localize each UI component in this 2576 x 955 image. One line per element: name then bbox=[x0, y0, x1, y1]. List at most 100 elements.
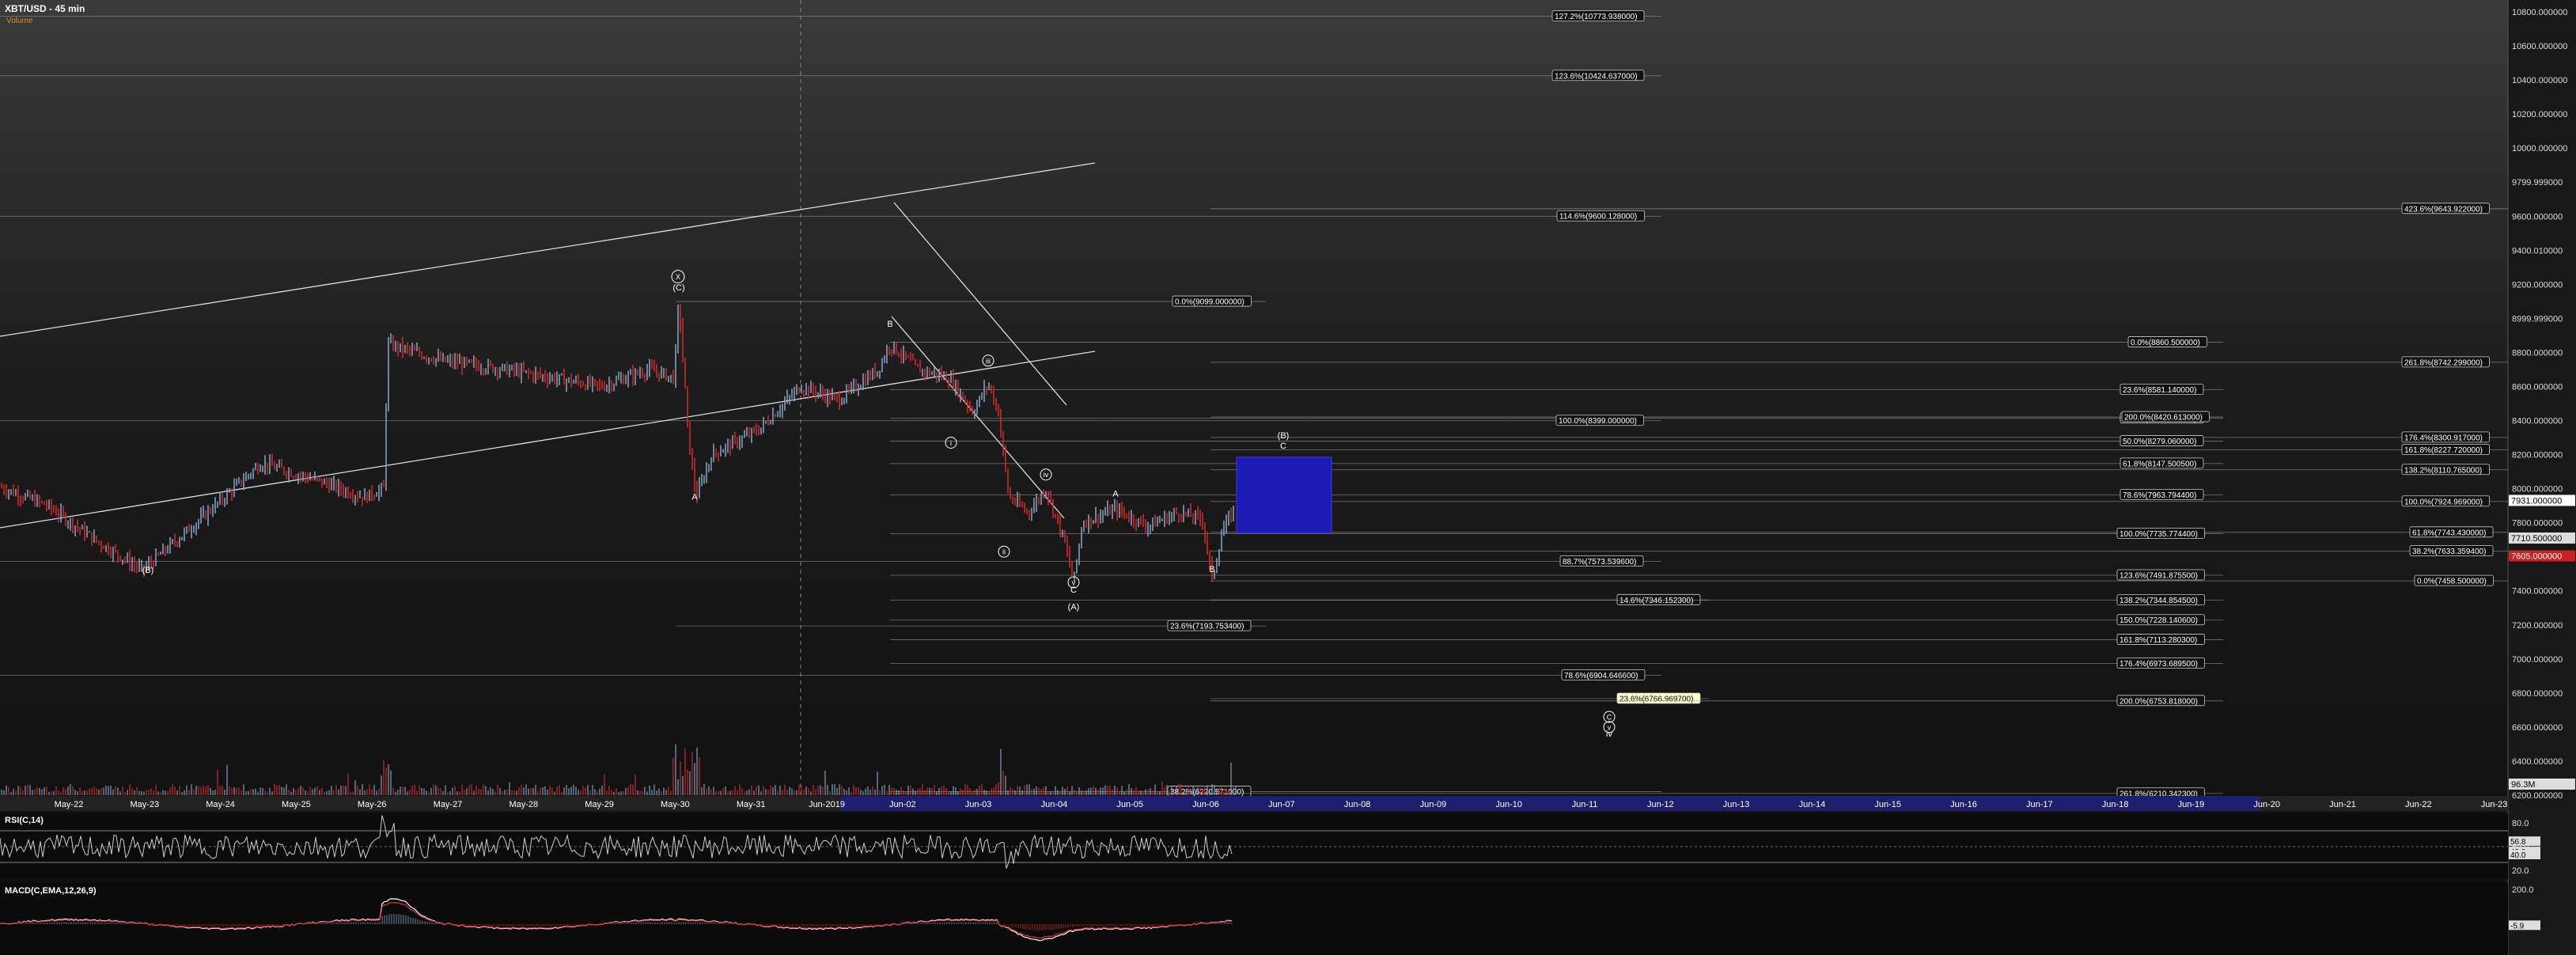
fib-label: 161.8%(8227.720000) bbox=[2404, 446, 2483, 455]
date-tick-label: Jun-17 bbox=[2026, 800, 2053, 809]
fib-label: 23.6%(8581.140000) bbox=[2123, 386, 2196, 395]
macd-label: MACD(C,EMA,12,26,9) bbox=[5, 886, 97, 896]
volume-legend: Volume bbox=[6, 17, 33, 25]
date-tick-label: May-30 bbox=[661, 800, 690, 809]
fib-label: 161.8%(7113.280300) bbox=[2120, 636, 2197, 645]
macd-tag-label: -5.9 bbox=[2510, 922, 2525, 930]
rsi-panel bbox=[0, 813, 2508, 879]
fib-label: 123.6%(7491.875500) bbox=[2120, 571, 2198, 580]
down-channel-upper bbox=[893, 202, 1067, 406]
wave-circle-label: v bbox=[1608, 723, 1612, 731]
price-tick-label: 10800.000000 bbox=[2512, 8, 2567, 17]
fib-label: 423.6%(9643.922000) bbox=[2404, 205, 2483, 214]
date-tick-label: Jun-14 bbox=[1799, 800, 1826, 809]
date-tick-label: Jun-08 bbox=[1344, 800, 1371, 809]
volume-tag-label: 96.3M bbox=[2511, 780, 2536, 790]
date-tick-label: Jun-23 bbox=[2481, 800, 2508, 809]
date-tick-label: Jun-2019 bbox=[809, 800, 845, 809]
price-tick-label: 8400.000000 bbox=[2512, 417, 2563, 426]
fib-label: 123.6%(10424.637000) bbox=[1555, 72, 1638, 81]
date-tick-label: May-29 bbox=[585, 800, 614, 809]
price-tick-label: 6600.000000 bbox=[2512, 723, 2563, 733]
wave-circle-label: i bbox=[950, 439, 952, 447]
date-tick-label: Jun-03 bbox=[965, 800, 992, 809]
fib-label: 0.0%(7458.500000) bbox=[2417, 578, 2487, 586]
fib-label: 200.0%(6753.818000) bbox=[2120, 697, 2198, 706]
date-tick-label: May-24 bbox=[206, 800, 235, 809]
price-tick-label: 9200.000000 bbox=[2512, 280, 2563, 290]
date-tick-label: Jun-09 bbox=[1420, 800, 1447, 809]
rsi-tag-label: 56.8 bbox=[2510, 838, 2526, 847]
date-tick-label: Jun-10 bbox=[1495, 800, 1522, 809]
price-tick-label: 7800.000000 bbox=[2512, 519, 2563, 529]
fib-label: 78.6%(7963.794400) bbox=[2123, 491, 2196, 500]
date-tick-label: Jun-04 bbox=[1041, 800, 1068, 809]
price-tag-label: 7710.500000 bbox=[2511, 534, 2562, 544]
wave-circle-label: ii bbox=[1002, 548, 1006, 556]
price-tick-label: 8000.000000 bbox=[2512, 485, 2563, 495]
date-tick-label: Jun-11 bbox=[1572, 800, 1598, 809]
fib-label: 38.2%(7633.359400) bbox=[2412, 548, 2486, 556]
date-tick-label: May-27 bbox=[434, 800, 463, 809]
fib-label: 78.6%(6904.646600) bbox=[1564, 672, 1638, 680]
rsi-tick-label: 80.0 bbox=[2512, 819, 2529, 828]
price-tag-label: 7931.000000 bbox=[2511, 496, 2562, 506]
price-chart[interactable]: 10800.000000 10600.000000 10400.000000 1020… bbox=[0, 0, 2576, 955]
wave-label: A bbox=[691, 493, 698, 502]
target-zone bbox=[1236, 457, 1332, 534]
fib-label: 23.6%(6766.969700) bbox=[1619, 695, 1693, 703]
wave-circle-label: X bbox=[676, 273, 680, 281]
date-tick-label: Jun-22 bbox=[2405, 800, 2432, 809]
price-axis-panel bbox=[2508, 0, 2576, 955]
fib-label: 50.0%(8279.060000) bbox=[2123, 438, 2196, 446]
channel-upper-line bbox=[0, 162, 1096, 337]
fib-label: 0.0%(8860.500000) bbox=[2131, 339, 2200, 347]
price-tick-label: 6200.000000 bbox=[2512, 791, 2563, 801]
wave-circle-label: iii bbox=[986, 357, 991, 365]
fib-label: 176.4%(8300.917000) bbox=[2404, 434, 2483, 442]
wave-label: A bbox=[1112, 489, 1119, 498]
date-tick-label: May-28 bbox=[509, 800, 538, 809]
price-tick-label: 10600.000000 bbox=[2512, 42, 2567, 51]
price-tick-label: 8200.000000 bbox=[2512, 451, 2563, 460]
fib-label: 200.0%(8420.613000) bbox=[2124, 414, 2203, 423]
date-tick-label: May-25 bbox=[282, 800, 311, 809]
price-tick-label: 8999.999000 bbox=[2512, 314, 2563, 324]
macd-panel bbox=[0, 883, 2508, 955]
date-tick-label: Jun-16 bbox=[1950, 800, 1977, 809]
fib-label: 61.8%(8147.500500) bbox=[2123, 460, 2196, 468]
date-tick-label: Jun-15 bbox=[1874, 800, 1901, 809]
wave-label: C bbox=[1070, 586, 1077, 595]
fib-label: 23.6%(7193.753400) bbox=[1170, 623, 1244, 631]
fib-label: 100.0%(8399.000000) bbox=[1559, 417, 1637, 426]
fib-label: 14.6%(7346.152300) bbox=[1619, 597, 1693, 605]
date-tick-label: Jun-20 bbox=[2253, 800, 2280, 809]
fib-label: 138.2%(7344.854500) bbox=[2120, 597, 2198, 605]
price-tick-label: 8600.000000 bbox=[2512, 382, 2563, 392]
price-tick-label: 6800.000000 bbox=[2512, 689, 2563, 699]
fib-label: 138.2%(8110.765000) bbox=[2404, 466, 2482, 475]
date-tick-label: Jun-12 bbox=[1647, 800, 1674, 809]
price-tick-label: 7000.000000 bbox=[2512, 655, 2563, 665]
date-tick-label: Jun-07 bbox=[1268, 800, 1295, 809]
wave-label: C bbox=[1280, 441, 1286, 451]
date-tick-label: Jun-18 bbox=[2102, 800, 2129, 809]
wave-circle-label: iv bbox=[1044, 471, 1049, 479]
price-tick-label: 9799.999000 bbox=[2512, 178, 2563, 188]
wave-label: (B) bbox=[142, 566, 154, 575]
wave-label: B bbox=[1209, 565, 1214, 574]
price-tick-label: 10400.000000 bbox=[2512, 76, 2567, 85]
date-tick-label: Jun-19 bbox=[2178, 800, 2205, 809]
date-tick-label: Jun-13 bbox=[1723, 800, 1750, 809]
fib-label: 127.2%(10773.938000) bbox=[1555, 13, 1638, 21]
fib-label: 61.8%(7743.430000) bbox=[2412, 529, 2486, 537]
macd-tick-label: 200.0 bbox=[2512, 885, 2534, 895]
price-tick-label: 9600.000000 bbox=[2512, 212, 2563, 222]
wave-circle-label: v bbox=[1072, 578, 1076, 586]
fib-label: 100.0%(7924.969000) bbox=[2404, 498, 2483, 506]
fib-label: 150.0%(7228.140600) bbox=[2120, 616, 2198, 625]
wave-label: (B) bbox=[1278, 431, 1290, 441]
chart-title: XBT/USD - 45 min bbox=[5, 3, 85, 14]
rsi-tick-label: 20.0 bbox=[2512, 866, 2529, 876]
wave-circle-label: C bbox=[1607, 714, 1612, 722]
